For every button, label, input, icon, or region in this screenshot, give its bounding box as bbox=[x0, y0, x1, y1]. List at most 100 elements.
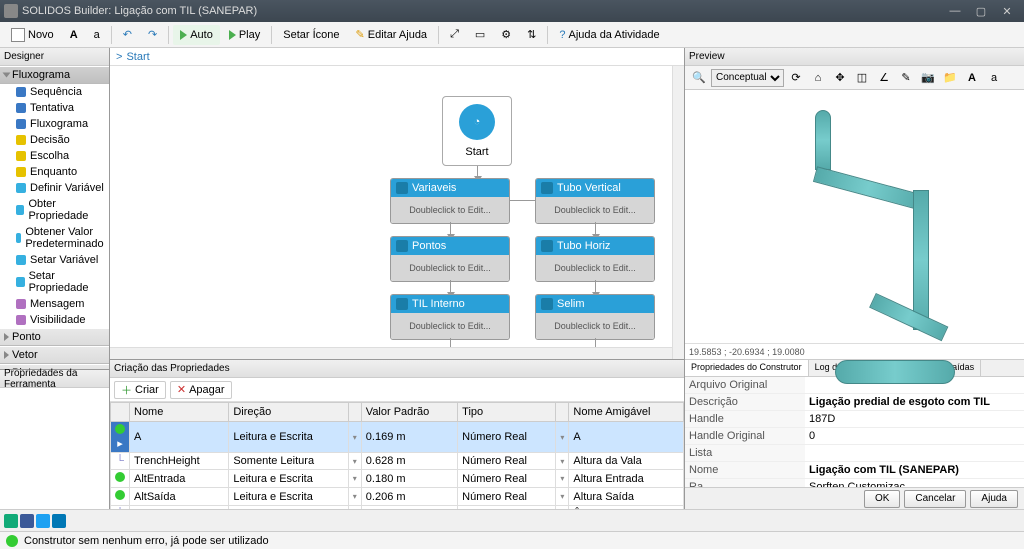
cell-tipo[interactable]: Número Real bbox=[458, 470, 556, 488]
delete-prop-button[interactable]: ✕Apagar bbox=[170, 381, 232, 399]
prop-row[interactable]: Handle187D bbox=[685, 411, 1024, 428]
right-tab[interactable]: Propriedades do Construtor bbox=[685, 360, 809, 376]
edit-icon[interactable]: ✎ bbox=[896, 68, 916, 88]
column-header[interactable]: Nome bbox=[130, 403, 229, 422]
measure-icon[interactable]: ∠ bbox=[874, 68, 894, 88]
cell-dir[interactable]: Leitura e Escrita bbox=[229, 470, 348, 488]
table-row[interactable]: └TrenchHeightSomente Leitura▾0.628 mNúme… bbox=[111, 453, 684, 470]
cell-dir[interactable]: Leitura e Escrita bbox=[229, 488, 348, 506]
minimize-button[interactable]: — bbox=[942, 2, 968, 20]
undo-button[interactable]: ↶ bbox=[116, 25, 139, 45]
activity-body[interactable]: Doubleclick to Edit... bbox=[536, 197, 654, 223]
activity-body[interactable]: Doubleclick to Edit... bbox=[536, 313, 654, 339]
prop-value[interactable]: 187D bbox=[805, 411, 1024, 427]
create-prop-button[interactable]: ＋Criar bbox=[114, 381, 166, 399]
camera-icon[interactable]: 📷 bbox=[918, 68, 938, 88]
cube-icon[interactable]: ◫ bbox=[852, 68, 872, 88]
globe-icon[interactable] bbox=[4, 514, 18, 528]
toolbox-item[interactable]: Sequência bbox=[0, 84, 109, 100]
column-header[interactable] bbox=[556, 403, 569, 422]
cell-nome[interactable]: A bbox=[130, 422, 229, 453]
canvas-scrollbar-h[interactable] bbox=[110, 347, 672, 359]
cell-nick[interactable]: Altura Entrada bbox=[569, 470, 684, 488]
facebook-icon[interactable] bbox=[20, 514, 34, 528]
activity-body[interactable]: Doubleclick to Edit... bbox=[391, 313, 509, 339]
zoom-out-button[interactable]: ⤢ bbox=[443, 25, 466, 45]
play-button[interactable]: Play bbox=[222, 25, 267, 45]
zoom-fit-button[interactable]: ▭ bbox=[468, 25, 492, 45]
help-button[interactable]: Ajuda bbox=[970, 490, 1018, 508]
cell-nick[interactable]: Altura da Vala bbox=[569, 453, 684, 470]
toolbox-item[interactable]: Setar Propriedade bbox=[0, 268, 109, 296]
cell-tipo[interactable]: Número Real bbox=[458, 422, 556, 453]
activity-node[interactable]: SelimDoubleclick to Edit... bbox=[535, 294, 655, 340]
prop-value[interactable] bbox=[805, 445, 1024, 461]
cell-nick[interactable]: Altura Saída bbox=[569, 488, 684, 506]
toolbox-cat[interactable]: Ponto bbox=[0, 328, 109, 346]
activity-node[interactable]: Tubo HorizDoubleclick to Edit... bbox=[535, 236, 655, 282]
cell-valor[interactable]: 0.180 m bbox=[361, 470, 457, 488]
activity-node[interactable]: TIL InternoDoubleclick to Edit... bbox=[390, 294, 510, 340]
toolbox-item[interactable]: Visibilidade bbox=[0, 312, 109, 328]
flowchart-canvas[interactable]: ◔ Start VariaveisDoubleclick to Edit...P… bbox=[110, 66, 684, 359]
font-bigger[interactable]: A bbox=[63, 25, 85, 45]
column-header[interactable]: Valor Padrão bbox=[361, 403, 457, 422]
toolbox-item[interactable]: Setar Variável bbox=[0, 252, 109, 268]
column-header[interactable] bbox=[111, 403, 130, 422]
font-small-icon[interactable]: a bbox=[984, 68, 1004, 88]
cell-nome[interactable]: AltSaída bbox=[130, 488, 229, 506]
cell-valor[interactable]: 0.628 m bbox=[361, 453, 457, 470]
prop-row[interactable]: RaSorften Customizaç bbox=[685, 479, 1024, 487]
cell-valor[interactable]: 0.206 m bbox=[361, 488, 457, 506]
canvas-scrollbar-v[interactable] bbox=[672, 66, 684, 359]
new-button[interactable]: Novo bbox=[4, 25, 61, 45]
refresh-icon[interactable]: ⟳ bbox=[786, 68, 806, 88]
toolbox-item[interactable]: Obtener Valor Predeterminado bbox=[0, 224, 109, 252]
prop-row[interactable]: Lista bbox=[685, 445, 1024, 462]
table-row[interactable]: ▸ALeitura e Escrita▾0.169 mNúmero Real▾A bbox=[111, 422, 684, 453]
toolbox-item[interactable]: Fluxograma bbox=[0, 116, 109, 132]
cell-dir[interactable]: Leitura e Escrita bbox=[229, 422, 348, 453]
toolbox-item[interactable]: Definir Variável bbox=[0, 180, 109, 196]
prop-row[interactable]: Handle Original0 bbox=[685, 428, 1024, 445]
zoom-icon[interactable]: 🔍 bbox=[689, 68, 709, 88]
close-button[interactable]: ✕ bbox=[994, 2, 1020, 20]
table-row[interactable]: AltSaídaLeitura e Escrita▾0.206 mNúmero … bbox=[111, 488, 684, 506]
home-view-icon[interactable]: ⌂ bbox=[808, 68, 828, 88]
font-smaller[interactable]: a bbox=[87, 25, 107, 45]
toolbox-item[interactable]: Obter Propriedade bbox=[0, 196, 109, 224]
maximize-button[interactable]: ▢ bbox=[968, 2, 994, 20]
prop-value[interactable]: Ligação predial de esgoto com TIL bbox=[805, 394, 1024, 410]
cell-nome[interactable]: TrenchHeight bbox=[130, 453, 229, 470]
edit-help-button[interactable]: ✎Editar Ajuda bbox=[349, 25, 435, 45]
activity-node[interactable]: Tubo VerticalDoubleclick to Edit... bbox=[535, 178, 655, 224]
folder-icon[interactable]: 📁 bbox=[940, 68, 960, 88]
cell-nome[interactable]: AltEntrada bbox=[130, 470, 229, 488]
visual-style-select[interactable]: Conceptual bbox=[711, 69, 784, 87]
toolbox-item[interactable]: Enquanto bbox=[0, 164, 109, 180]
cancel-button[interactable]: Cancelar bbox=[904, 490, 966, 508]
prop-value[interactable]: 0 bbox=[805, 428, 1024, 444]
ok-button[interactable]: OK bbox=[864, 490, 900, 508]
cell-tipo[interactable]: Número Real bbox=[458, 488, 556, 506]
breadcrumb[interactable]: > Start bbox=[110, 48, 684, 66]
toolbox-cat-fluxograma[interactable]: Fluxograma bbox=[0, 66, 109, 84]
cell-tipo[interactable]: Número Real bbox=[458, 453, 556, 470]
column-header[interactable]: Nome Amigável bbox=[569, 403, 684, 422]
activity-node[interactable]: VariaveisDoubleclick to Edit... bbox=[390, 178, 510, 224]
prop-row[interactable]: DescriçãoLigação predial de esgoto com T… bbox=[685, 394, 1024, 411]
toolbox-item[interactable]: Mensagem bbox=[0, 296, 109, 312]
cell-dir[interactable]: Somente Leitura bbox=[229, 453, 348, 470]
expand-button[interactable]: ⇅ bbox=[520, 25, 543, 45]
prop-row[interactable]: NomeLigação com TIL (SANEPAR) bbox=[685, 462, 1024, 479]
twitter-icon[interactable] bbox=[36, 514, 50, 528]
activity-body[interactable]: Doubleclick to Edit... bbox=[536, 255, 654, 281]
orbit-icon[interactable]: ✥ bbox=[830, 68, 850, 88]
start-node[interactable]: ◔ Start bbox=[442, 96, 512, 166]
set-icon-button[interactable]: Setar Ícone bbox=[276, 25, 346, 45]
toolbox-item[interactable]: Escolha bbox=[0, 148, 109, 164]
settings-button[interactable]: ⚙ bbox=[494, 25, 518, 45]
cell-nick[interactable]: A bbox=[569, 422, 684, 453]
linkedin-icon[interactable] bbox=[52, 514, 66, 528]
font-big-icon[interactable]: A bbox=[962, 68, 982, 88]
